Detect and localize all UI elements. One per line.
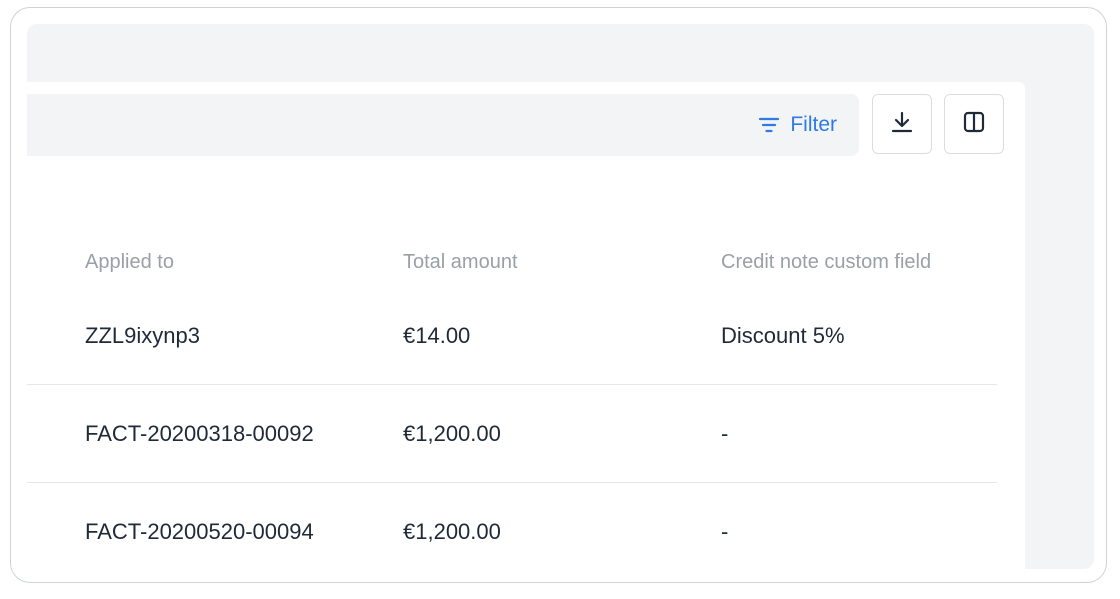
table-row[interactable]: ZZL9ixynp3 €14.00 Discount 5% (27, 287, 997, 385)
applied-to-cell: FACT-20200520-00094 (85, 519, 314, 544)
credit-notes-panel: Filter Applied to Total amount Credit no… (27, 82, 1025, 569)
table-header: Applied to Total amount Credit note cust… (27, 237, 997, 287)
filter-icon (758, 115, 780, 135)
custom-field-cell: - (721, 421, 729, 446)
window-frame: Filter Applied to Total amount Credit no… (10, 7, 1107, 583)
filter-button[interactable]: Filter (758, 94, 837, 156)
download-icon (891, 110, 913, 139)
total-amount-cell: €1,200.00 (403, 421, 501, 446)
table-row[interactable]: FACT-20200520-00094 €1,200.00 - (27, 483, 997, 569)
applied-to-cell: ZZL9ixynp3 (85, 323, 200, 348)
applied-to-cell: FACT-20200318-00092 (85, 421, 314, 446)
table-row[interactable]: FACT-20200318-00092 €1,200.00 - (27, 385, 997, 483)
filter-label: Filter (790, 113, 837, 136)
total-amount-cell: €14.00 (403, 323, 471, 348)
columns-icon (963, 111, 985, 138)
columns-toggle-button[interactable] (944, 94, 1004, 154)
credit-notes-table: Applied to Total amount Credit note cust… (27, 237, 997, 569)
download-button[interactable] (872, 94, 932, 154)
search-filter-bar: Filter (27, 94, 859, 156)
page-background: Filter Applied to Total amount Credit no… (27, 24, 1094, 569)
total-amount-cell: €1,200.00 (403, 519, 501, 544)
column-header-custom-field[interactable]: Credit note custom field (721, 237, 931, 287)
column-header-applied-to[interactable]: Applied to (85, 237, 174, 287)
custom-field-cell: Discount 5% (721, 323, 845, 348)
custom-field-cell: - (721, 519, 729, 544)
column-header-total-amount[interactable]: Total amount (403, 237, 518, 287)
